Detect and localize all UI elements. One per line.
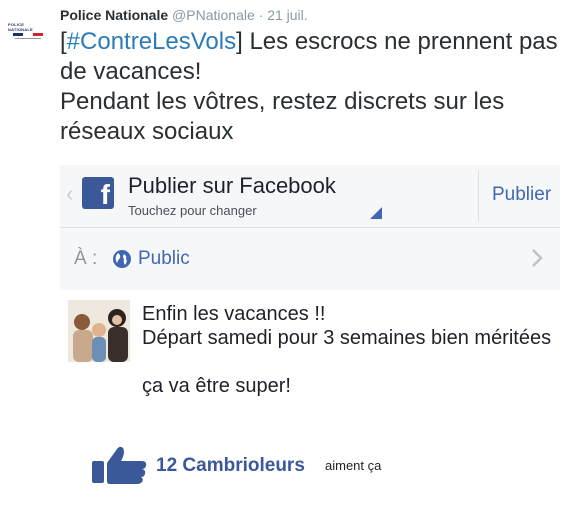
post-line-3: ça va être super! — [142, 375, 291, 397]
facebook-logo-icon: f — [82, 177, 114, 209]
family-photo — [68, 300, 130, 362]
tweet-timestamp[interactable]: 21 juil. — [267, 7, 307, 23]
publish-button[interactable]: Publier — [492, 184, 551, 206]
globe-icon — [113, 250, 131, 268]
hashtag-link[interactable]: #ContreLesVols — [67, 28, 236, 55]
tweet-text: [#ContreLesVols] Les escrocs ne prennent… — [60, 27, 570, 147]
header-separator: · — [258, 7, 264, 23]
share-dialog-subtitle[interactable]: Touchez pour changer — [128, 203, 257, 218]
audience-selector[interactable]: À : Public — [60, 228, 560, 290]
author-avatar[interactable]: POLICE NATIONALE — [8, 10, 48, 50]
audience-value: Public — [138, 248, 190, 269]
author-name[interactable]: Police Nationale — [60, 7, 168, 23]
share-dialog-title: Publier sur Facebook — [128, 173, 336, 198]
avatar-logo-text: POLICE NATIONALE — [8, 21, 33, 32]
facebook-share-bar: ‹ f Publier sur Facebook Touchez pour ch… — [60, 165, 560, 228]
post-text: Enfin les vacances !! Départ samedi pour… — [142, 302, 552, 398]
avatar-tricolor-stripe — [13, 32, 43, 36]
audience-label: À : — [74, 248, 98, 269]
header-divider — [478, 171, 479, 221]
tweet-text-line2: Pendant les vôtres, restez discrets sur … — [60, 88, 505, 145]
back-chevron-icon[interactable]: ‹ — [66, 181, 73, 207]
likes-suffix: aiment ça — [325, 458, 382, 473]
thumbs-up-icon — [92, 446, 147, 484]
likes-count-link[interactable]: 12 Cambrioleurs — [156, 455, 305, 477]
facebook-post: Enfin les vacances !! Départ samedi pour… — [60, 290, 560, 505]
dropdown-corner-icon — [370, 207, 382, 219]
author-handle[interactable]: @PNationale — [172, 7, 255, 23]
post-line-1: Enfin les vacances !! — [142, 303, 326, 325]
tweet-image-card[interactable]: ‹ f Publier sur Facebook Touchez pour ch… — [60, 165, 560, 505]
tweet-open-bracket: [ — [60, 28, 67, 55]
post-line-2: Départ samedi pour 3 semaines bien mérit… — [142, 327, 552, 349]
avatar-underline — [15, 37, 41, 39]
tweet-header: Police Nationale @PNationale · 21 juil. — [60, 7, 308, 23]
chevron-right-icon — [532, 249, 543, 267]
